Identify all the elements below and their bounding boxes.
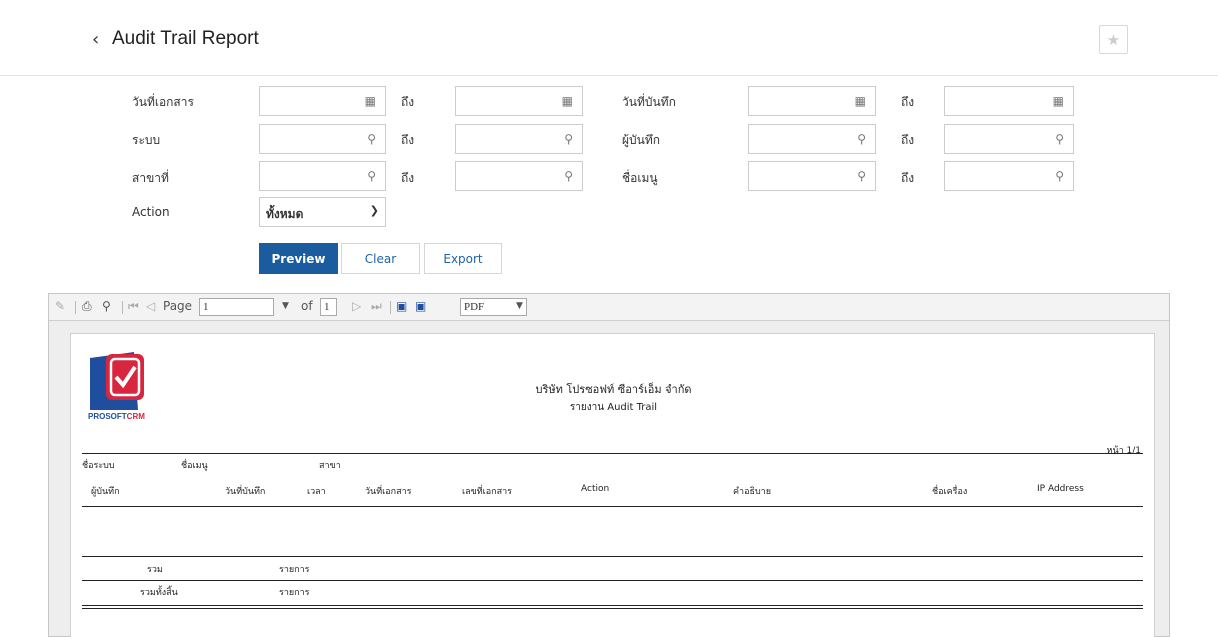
menu-name-from-input[interactable]: ⚲ [748,161,876,191]
calendar-icon[interactable]: ▦ [855,94,866,108]
report-rule [82,453,1143,454]
clear-button[interactable]: Clear [341,243,420,274]
find-icon[interactable]: ⚲ [102,299,111,313]
record-date-to-label: ถึง [901,95,915,109]
search-icon[interactable]: ⚲ [857,132,866,146]
total-unit: รายการ [279,565,310,575]
search-icon[interactable]: ⚲ [564,132,573,146]
group-header-branch: สาขา [319,461,341,471]
doc-date-to-input[interactable]: ▦ [455,86,583,116]
report-rule [82,608,1143,609]
column-header: เวลา [307,487,326,497]
doc-date-label: วันที่เอกสาร [132,95,194,109]
recorder-label: ผู้บันทึก [622,133,661,147]
column-header: คำอธิบาย [733,487,772,497]
system-to-label: ถึง [401,133,415,147]
action-label: Action [132,205,170,219]
viewer-toolbar: ✎ ⎙ ⚲ ⏮ ◁ Page 1 ▼ of 1 ▷ ⏭ ▣ ▣ PDF ▼ [49,294,1169,321]
column-header: ผู้บันทึก [91,487,120,497]
toolbar-divider [75,301,76,314]
report-subtitle: รายงาน Audit Trail [569,402,658,413]
report-viewer: ✎ ⎙ ⚲ ⏮ ◁ Page 1 ▼ of 1 ▷ ⏭ ▣ ▣ PDF ▼ PR… [48,293,1170,637]
report-page: PROSOFTCRM บริษัท โปรซอฟท์ ซีอาร์เอ็ม จำ… [70,333,1155,637]
recorder-to-label: ถึง [901,133,915,147]
grand-total-label: รวมทั้งสิ้น [140,588,178,598]
menu-name-to-label: ถึง [901,171,915,185]
column-header: วันที่เอกสาร [365,487,412,497]
column-header: IP Address [1037,484,1084,494]
next-page-icon[interactable]: ▷ [352,299,361,313]
print-icon[interactable]: ⎙ [82,299,92,314]
calendar-icon[interactable]: ▦ [365,94,376,108]
search-icon[interactable]: ⚲ [367,169,376,183]
preview-button[interactable]: Preview [259,243,338,274]
calendar-icon[interactable]: ▦ [1053,94,1064,108]
report-rule [82,580,1143,581]
chevron-left-icon[interactable]: ‹ [92,29,99,50]
search-icon[interactable]: ⚲ [857,169,866,183]
column-header: ชื่อเครื่อง [932,487,968,497]
branch-from-input[interactable]: ⚲ [259,161,386,191]
record-date-label: วันที่บันทึก [622,95,676,109]
toolbar-divider [390,301,391,314]
export-button[interactable]: Export [424,243,502,274]
toolbar-divider [122,301,123,314]
branch-to-input[interactable]: ⚲ [455,161,583,191]
search-icon[interactable]: ⚲ [1055,132,1064,146]
search-icon[interactable]: ⚲ [1055,169,1064,183]
last-page-icon[interactable]: ⏭ [371,299,382,314]
chevron-down-icon: ❯ [369,204,379,217]
search-icon[interactable]: ⚲ [367,132,376,146]
total-pages-value: 1 [324,301,330,313]
of-label: of [301,299,313,313]
page-number-input[interactable]: 1 [199,298,274,316]
report-rule [82,556,1143,557]
report-rule [82,605,1143,606]
action-select-value: ทั้งหมด [266,207,304,221]
save-icon[interactable]: ▣ [396,299,407,313]
system-from-input[interactable]: ⚲ [259,124,386,154]
star-icon: ★ [1106,30,1121,49]
page-dropdown-icon[interactable]: ▼ [282,301,289,311]
action-select[interactable]: ทั้งหมด ❯ [259,197,386,227]
first-page-icon[interactable]: ⏮ [128,299,139,314]
report-page-number: หน้า 1/1 [1106,446,1141,456]
export-save-icon[interactable]: ▣ [415,299,426,313]
group-header-system: ชื่อระบบ [82,461,115,471]
report-rule [82,506,1143,507]
column-header: วันที่บันทึก [225,487,266,497]
total-label: รวม [147,565,163,575]
prev-page-icon[interactable]: ◁ [146,299,155,313]
grand-total-unit: รายการ [279,588,310,598]
export-format-value: PDF [464,301,485,313]
column-header: เลขที่เอกสาร [462,487,512,497]
branch-label: สาขาที่ [132,171,169,185]
calendar-icon[interactable]: ▦ [562,94,573,108]
recorder-to-input[interactable]: ⚲ [944,124,1074,154]
branch-to-label: ถึง [401,171,415,185]
doc-date-to-label: ถึง [401,95,415,109]
search-icon[interactable]: ⚲ [564,169,573,183]
record-date-to-input[interactable]: ▦ [944,86,1074,116]
system-label: ระบบ [132,133,161,147]
format-dropdown-icon[interactable]: ▼ [516,301,523,311]
total-pages-box: 1 [320,298,337,316]
page-title: Audit Trail Report [112,28,259,49]
menu-name-to-input[interactable]: ⚲ [944,161,1074,191]
pencil-icon[interactable]: ✎ [55,299,65,313]
recorder-from-input[interactable]: ⚲ [748,124,876,154]
record-date-from-input[interactable]: ▦ [748,86,876,116]
favorite-button[interactable]: ★ [1099,25,1128,54]
group-header-menu: ชื่อเมนู [181,461,208,471]
page-label: Page [163,299,193,313]
doc-date-from-input[interactable]: ▦ [259,86,386,116]
report-company-name: บริษัท โปรซอฟท์ ซีอาร์เอ็ม จำกัด [535,383,692,396]
page-number-value: 1 [203,301,209,313]
system-to-input[interactable]: ⚲ [455,124,583,154]
header-bar: ‹ Audit Trail Report ★ [0,0,1218,76]
column-header: Action [581,484,610,494]
menu-name-label: ชื่อเมนู [622,171,658,185]
